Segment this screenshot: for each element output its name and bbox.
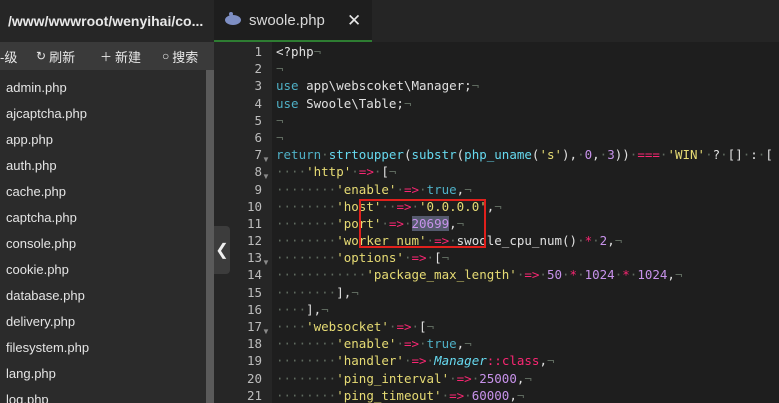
code-line: use app\webscoket\Manager;¬ (276, 78, 480, 94)
line-number: 2 (254, 61, 262, 77)
line-number: 20 (246, 370, 262, 386)
editor-tabbar: swoole.php ✕ (214, 0, 779, 42)
file-item[interactable]: admin.php (0, 75, 206, 101)
line-numbers: 1 2 3 4 5 6 7 8 9 10 11 12 13 14 15 16 1… (230, 43, 262, 403)
code-line: ¬ (276, 112, 284, 128)
code-line: ········'options'·=>·[¬ (276, 250, 450, 266)
line-number: 3 (254, 78, 262, 94)
code-line: ········'ping_timeout'·=>·60000,¬ (276, 387, 525, 403)
search-icon: ○ (162, 49, 170, 63)
file-item[interactable]: console.php (0, 231, 206, 257)
file-item[interactable]: lang.php (0, 361, 206, 387)
search-label: 搜索 (172, 49, 199, 65)
refresh-button[interactable]: ↻ 刷新 (30, 47, 92, 66)
fold-icon[interactable]: ▼ (262, 258, 270, 267)
file-item[interactable]: auth.php (0, 153, 206, 179)
file-item[interactable]: log.php (0, 387, 206, 403)
search-button[interactable]: ○ 搜索 (156, 47, 214, 66)
line-number: 5 (254, 112, 262, 128)
new-button[interactable]: ＋ 新建 (92, 47, 156, 66)
code-line: ····'http'·=>·[¬ (276, 164, 397, 180)
file-item[interactable]: captcha.php (0, 205, 206, 231)
code-editor[interactable]: <?php¬ ¬ use app\webscoket\Manager;¬ use… (276, 43, 779, 403)
line-number: 13 (246, 250, 262, 266)
line-number: 16 (246, 301, 262, 317)
file-toolbar: -级 ↻ 刷新 ＋ 新建 ○ 搜索 (0, 42, 214, 70)
code-line: use Swoole\Table;¬ (276, 95, 412, 111)
file-item[interactable]: cookie.php (0, 257, 206, 283)
new-label: 新建 (115, 49, 142, 65)
directory-path[interactable]: /www/wwwroot/wenyihai/co... (0, 0, 214, 42)
code-line: ········'ping_interval'·=>·25000,¬ (276, 370, 532, 386)
code-line: ············'package_max_length'·=>·50·*… (276, 267, 683, 283)
line-number: 15 (246, 284, 262, 300)
code-line: ¬ (276, 129, 284, 145)
up-level-button[interactable]: -级 (0, 47, 30, 66)
fold-icon[interactable]: ▼ (262, 327, 270, 336)
fold-icon[interactable]: ▼ (262, 155, 270, 164)
line-number: 6 (254, 129, 262, 145)
tab-title: swoole.php (249, 11, 325, 29)
code-line: <?php¬ (276, 44, 322, 59)
file-list: admin.php ajcaptcha.php app.php auth.php… (0, 75, 206, 403)
refresh-icon: ↻ (36, 49, 47, 63)
line-number: 10 (246, 198, 262, 214)
line-number: 21 (246, 387, 262, 403)
code-line: return·strtoupper(substr(php_uname('s'),… (276, 147, 773, 163)
code-line: ········'handler'·=>·Manager::class,¬ (276, 353, 555, 369)
fold-icon[interactable]: ▼ (262, 172, 270, 181)
up-level-label: -级 (0, 49, 18, 65)
line-number: 7 (254, 147, 262, 163)
close-icon[interactable]: ✕ (347, 11, 361, 31)
code-line: ········'port'·=>·20699,¬ (276, 215, 465, 231)
file-item[interactable]: database.php (0, 283, 206, 309)
line-number: 9 (254, 181, 262, 197)
line-number: 19 (246, 353, 262, 369)
code-line: ········],¬ (276, 284, 359, 300)
plus-icon: ＋ (100, 49, 113, 64)
line-number: 11 (246, 215, 262, 231)
collapse-sidebar-button[interactable]: ❮ (214, 226, 230, 274)
chevron-left-icon: ❮ (215, 242, 229, 259)
file-item[interactable]: app.php (0, 127, 206, 153)
file-item[interactable]: cache.php (0, 179, 206, 205)
line-number: 1 (254, 44, 262, 59)
code-line: ········'host'··=>·'0.0.0.0',¬ (276, 198, 502, 214)
line-number: 14 (246, 267, 262, 283)
file-item[interactable]: delivery.php (0, 309, 206, 335)
file-item[interactable]: ajcaptcha.php (0, 101, 206, 127)
code-line: ········'worker_num'·=>·swoole_cpu_num()… (276, 233, 623, 249)
line-number: 18 (246, 336, 262, 352)
line-number: 4 (254, 95, 262, 111)
line-number: 17 (246, 319, 262, 334)
code-line: ········'enable'·=>·true,¬ (276, 181, 472, 197)
annotation-highlight-box (359, 199, 486, 248)
code-line: ¬ (276, 61, 284, 77)
tab-swoole-php[interactable]: swoole.php ✕ (214, 0, 372, 42)
file-sidebar: /www/wwwroot/wenyihai/co... -级 ↻ 刷新 ＋ 新建… (0, 0, 214, 403)
code-line: ····],¬ (276, 301, 329, 317)
code-line: ········'enable'·=>·true,¬ (276, 336, 472, 352)
sidebar-scrollbar[interactable] (206, 70, 214, 403)
line-number: 12 (246, 233, 262, 249)
line-number: 8 (254, 164, 262, 180)
php-elephant-icon (225, 12, 241, 25)
file-item[interactable]: filesystem.php (0, 335, 206, 361)
code-line: ····'websocket'·=>·[¬ (276, 319, 435, 334)
refresh-label: 刷新 (49, 49, 76, 65)
